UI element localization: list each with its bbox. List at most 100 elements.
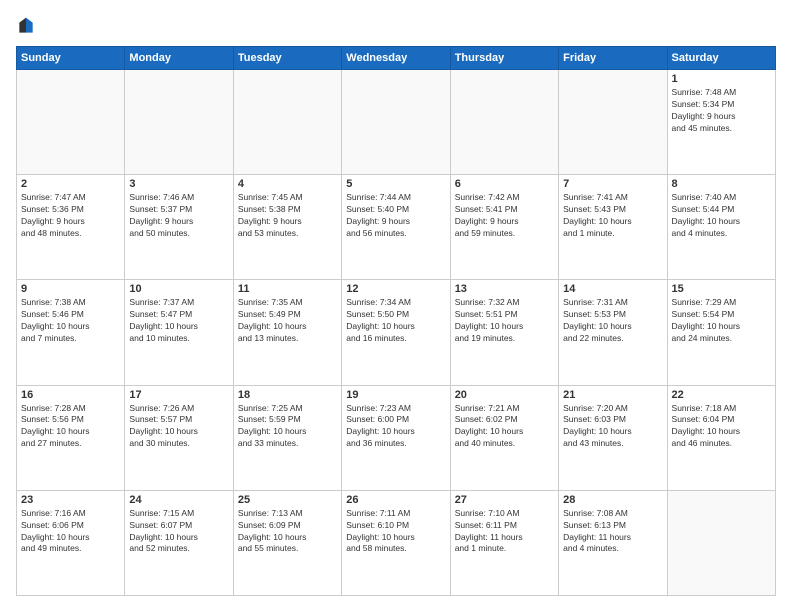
day-number: 14 bbox=[563, 283, 662, 295]
day-number: 23 bbox=[21, 494, 120, 506]
day-number: 15 bbox=[672, 283, 771, 295]
day-number: 13 bbox=[455, 283, 554, 295]
day-info: Sunrise: 7:35 AM Sunset: 5:49 PM Dayligh… bbox=[238, 297, 337, 345]
weekday-header: Sunday bbox=[17, 47, 125, 70]
day-info: Sunrise: 7:23 AM Sunset: 6:00 PM Dayligh… bbox=[346, 403, 445, 451]
calendar-cell: 17 Sunrise: 7:26 AM Sunset: 5:57 PM Dayli… bbox=[125, 385, 233, 490]
calendar-cell: 16 Sunrise: 7:28 AM Sunset: 5:56 PM Dayli… bbox=[17, 385, 125, 490]
calendar-week-row: 1 Sunrise: 7:48 AM Sunset: 5:34 PM Daylig… bbox=[17, 70, 776, 175]
day-number: 6 bbox=[455, 178, 554, 190]
day-info: Sunrise: 7:13 AM Sunset: 6:09 PM Dayligh… bbox=[238, 508, 337, 556]
calendar-header-row: SundayMondayTuesdayWednesdayThursdayFrid… bbox=[17, 47, 776, 70]
calendar-cell: 1 Sunrise: 7:48 AM Sunset: 5:34 PM Daylig… bbox=[667, 70, 775, 175]
day-info: Sunrise: 7:10 AM Sunset: 6:11 PM Dayligh… bbox=[455, 508, 554, 556]
calendar-week-row: 9 Sunrise: 7:38 AM Sunset: 5:46 PM Daylig… bbox=[17, 280, 776, 385]
day-number: 16 bbox=[21, 389, 120, 401]
calendar-cell: 8 Sunrise: 7:40 AM Sunset: 5:44 PM Daylig… bbox=[667, 175, 775, 280]
calendar-cell bbox=[450, 70, 558, 175]
day-info: Sunrise: 7:42 AM Sunset: 5:41 PM Dayligh… bbox=[455, 192, 554, 240]
calendar-cell: 24 Sunrise: 7:15 AM Sunset: 6:07 PM Dayli… bbox=[125, 490, 233, 595]
day-number: 3 bbox=[129, 178, 228, 190]
day-number: 20 bbox=[455, 389, 554, 401]
day-info: Sunrise: 7:08 AM Sunset: 6:13 PM Dayligh… bbox=[563, 508, 662, 556]
weekday-header: Friday bbox=[559, 47, 667, 70]
logo bbox=[16, 16, 38, 36]
day-info: Sunrise: 7:26 AM Sunset: 5:57 PM Dayligh… bbox=[129, 403, 228, 451]
calendar-cell: 12 Sunrise: 7:34 AM Sunset: 5:50 PM Dayli… bbox=[342, 280, 450, 385]
day-number: 28 bbox=[563, 494, 662, 506]
day-number: 19 bbox=[346, 389, 445, 401]
calendar-cell: 22 Sunrise: 7:18 AM Sunset: 6:04 PM Dayli… bbox=[667, 385, 775, 490]
calendar-cell bbox=[125, 70, 233, 175]
day-number: 5 bbox=[346, 178, 445, 190]
day-info: Sunrise: 7:20 AM Sunset: 6:03 PM Dayligh… bbox=[563, 403, 662, 451]
calendar-cell bbox=[233, 70, 341, 175]
day-info: Sunrise: 7:29 AM Sunset: 5:54 PM Dayligh… bbox=[672, 297, 771, 345]
weekday-header: Monday bbox=[125, 47, 233, 70]
day-number: 9 bbox=[21, 283, 120, 295]
day-info: Sunrise: 7:45 AM Sunset: 5:38 PM Dayligh… bbox=[238, 192, 337, 240]
day-number: 12 bbox=[346, 283, 445, 295]
calendar-cell: 4 Sunrise: 7:45 AM Sunset: 5:38 PM Daylig… bbox=[233, 175, 341, 280]
day-info: Sunrise: 7:44 AM Sunset: 5:40 PM Dayligh… bbox=[346, 192, 445, 240]
logo-icon bbox=[16, 16, 36, 36]
calendar-cell: 7Sunrise: 7:41 AM Sunset: 5:43 PM Daylig… bbox=[559, 175, 667, 280]
day-info: Sunrise: 7:37 AM Sunset: 5:47 PM Dayligh… bbox=[129, 297, 228, 345]
day-info: Sunrise: 7:48 AM Sunset: 5:34 PM Dayligh… bbox=[672, 87, 771, 135]
calendar-cell: 14 Sunrise: 7:31 AM Sunset: 5:53 PM Dayli… bbox=[559, 280, 667, 385]
weekday-header: Tuesday bbox=[233, 47, 341, 70]
day-number: 18 bbox=[238, 389, 337, 401]
day-number: 10 bbox=[129, 283, 228, 295]
calendar-cell: 19 Sunrise: 7:23 AM Sunset: 6:00 PM Dayli… bbox=[342, 385, 450, 490]
day-number: 25 bbox=[238, 494, 337, 506]
day-number: 11 bbox=[238, 283, 337, 295]
day-info: Sunrise: 7:34 AM Sunset: 5:50 PM Dayligh… bbox=[346, 297, 445, 345]
day-number: 26 bbox=[346, 494, 445, 506]
calendar-cell: 21 Sunrise: 7:20 AM Sunset: 6:03 PM Dayli… bbox=[559, 385, 667, 490]
calendar-cell: 3 Sunrise: 7:46 AM Sunset: 5:37 PM Daylig… bbox=[125, 175, 233, 280]
day-number: 17 bbox=[129, 389, 228, 401]
day-info: Sunrise: 7:15 AM Sunset: 6:07 PM Dayligh… bbox=[129, 508, 228, 556]
weekday-header: Wednesday bbox=[342, 47, 450, 70]
day-info: Sunrise: 7:46 AM Sunset: 5:37 PM Dayligh… bbox=[129, 192, 228, 240]
header bbox=[16, 16, 776, 36]
day-info: Sunrise: 7:31 AM Sunset: 5:53 PM Dayligh… bbox=[563, 297, 662, 345]
calendar-cell: 11 Sunrise: 7:35 AM Sunset: 5:49 PM Dayli… bbox=[233, 280, 341, 385]
day-info: Sunrise: 7:40 AM Sunset: 5:44 PM Dayligh… bbox=[672, 192, 771, 240]
calendar-cell bbox=[17, 70, 125, 175]
day-info: Sunrise: 7:38 AM Sunset: 5:46 PM Dayligh… bbox=[21, 297, 120, 345]
day-info: Sunrise: 7:28 AM Sunset: 5:56 PM Dayligh… bbox=[21, 403, 120, 451]
calendar-cell: 18 Sunrise: 7:25 AM Sunset: 5:59 PM Dayli… bbox=[233, 385, 341, 490]
calendar-cell: 20Sunrise: 7:21 AM Sunset: 6:02 PM Dayli… bbox=[450, 385, 558, 490]
calendar-cell: 9 Sunrise: 7:38 AM Sunset: 5:46 PM Daylig… bbox=[17, 280, 125, 385]
day-info: Sunrise: 7:32 AM Sunset: 5:51 PM Dayligh… bbox=[455, 297, 554, 345]
calendar-cell: 23 Sunrise: 7:16 AM Sunset: 6:06 PM Dayli… bbox=[17, 490, 125, 595]
calendar-cell: 5 Sunrise: 7:44 AM Sunset: 5:40 PM Daylig… bbox=[342, 175, 450, 280]
day-number: 24 bbox=[129, 494, 228, 506]
calendar-table: SundayMondayTuesdayWednesdayThursdayFrid… bbox=[16, 46, 776, 596]
calendar-cell: 6 Sunrise: 7:42 AM Sunset: 5:41 PM Daylig… bbox=[450, 175, 558, 280]
day-info: Sunrise: 7:16 AM Sunset: 6:06 PM Dayligh… bbox=[21, 508, 120, 556]
day-info: Sunrise: 7:18 AM Sunset: 6:04 PM Dayligh… bbox=[672, 403, 771, 451]
day-info: Sunrise: 7:41 AM Sunset: 5:43 PM Dayligh… bbox=[563, 192, 662, 240]
day-number: 4 bbox=[238, 178, 337, 190]
day-info: Sunrise: 7:47 AM Sunset: 5:36 PM Dayligh… bbox=[21, 192, 120, 240]
day-number: 2 bbox=[21, 178, 120, 190]
day-number: 8 bbox=[672, 178, 771, 190]
calendar-cell: 28 Sunrise: 7:08 AM Sunset: 6:13 PM Dayli… bbox=[559, 490, 667, 595]
calendar-cell: 10 Sunrise: 7:37 AM Sunset: 5:47 PM Dayli… bbox=[125, 280, 233, 385]
day-number: 22 bbox=[672, 389, 771, 401]
calendar-cell bbox=[559, 70, 667, 175]
page: SundayMondayTuesdayWednesdayThursdayFrid… bbox=[0, 0, 792, 612]
day-info: Sunrise: 7:25 AM Sunset: 5:59 PM Dayligh… bbox=[238, 403, 337, 451]
calendar-cell: 26Sunrise: 7:11 AM Sunset: 6:10 PM Dayli… bbox=[342, 490, 450, 595]
calendar-cell: 27 Sunrise: 7:10 AM Sunset: 6:11 PM Dayli… bbox=[450, 490, 558, 595]
calendar-week-row: 23 Sunrise: 7:16 AM Sunset: 6:06 PM Dayli… bbox=[17, 490, 776, 595]
calendar-cell: 13 Sunrise: 7:32 AM Sunset: 5:51 PM Dayli… bbox=[450, 280, 558, 385]
weekday-header: Saturday bbox=[667, 47, 775, 70]
calendar-week-row: 16 Sunrise: 7:28 AM Sunset: 5:56 PM Dayli… bbox=[17, 385, 776, 490]
day-number: 21 bbox=[563, 389, 662, 401]
day-number: 27 bbox=[455, 494, 554, 506]
calendar-cell bbox=[342, 70, 450, 175]
day-number: 1 bbox=[672, 73, 771, 85]
